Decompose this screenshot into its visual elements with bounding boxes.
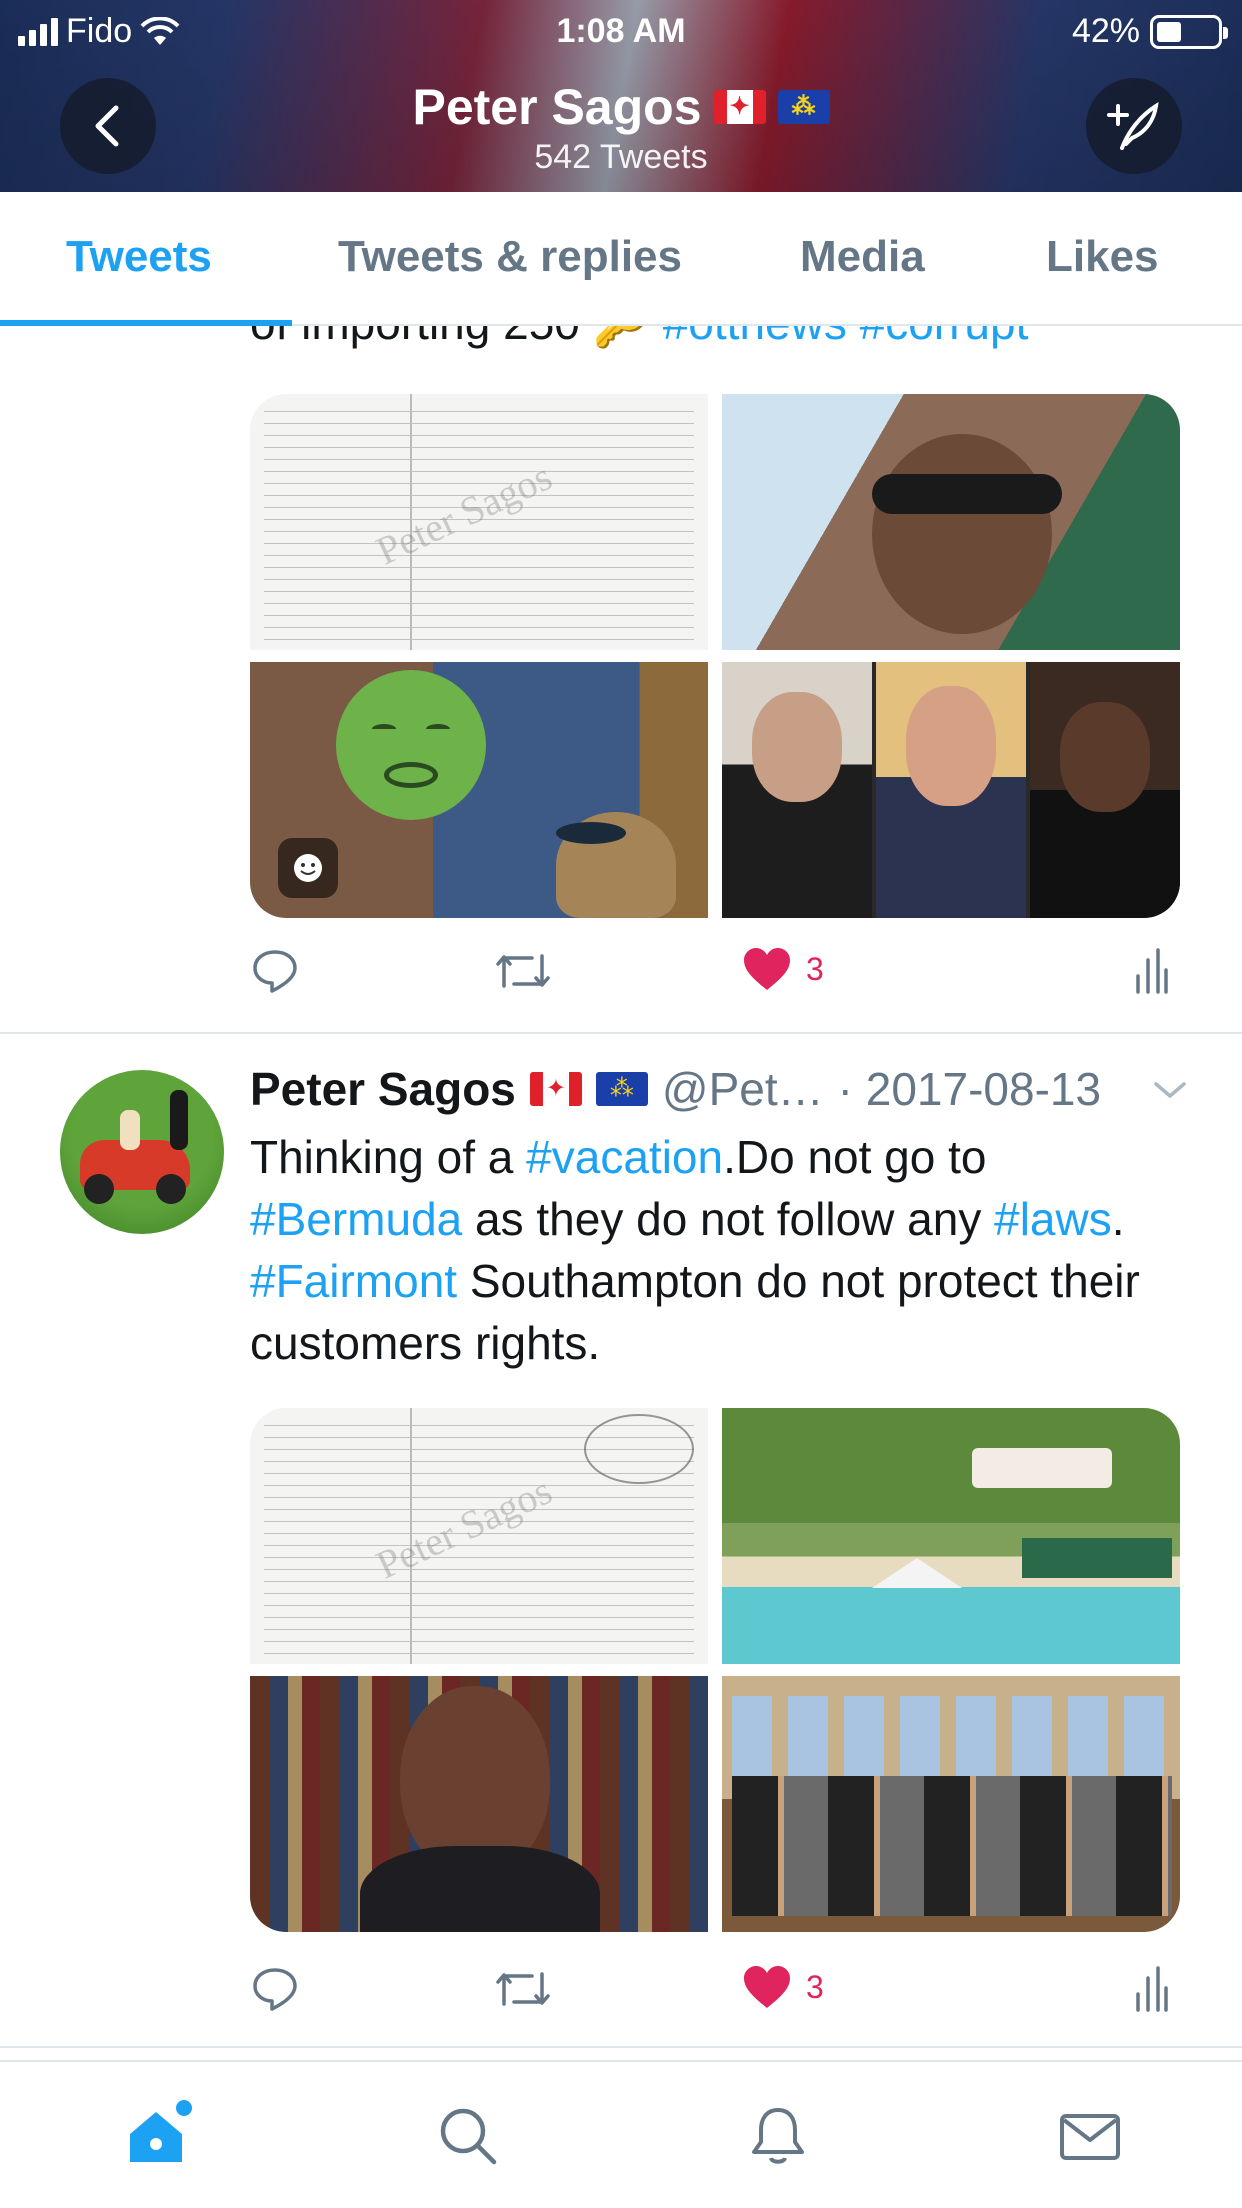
profile-screen: Fido 1:08 AM 42% Peter Sagos ✦ ⁂ 542 Twe… (0, 0, 1242, 2208)
reply-icon (253, 1968, 297, 2011)
tweet1-image-couple[interactable] (250, 662, 708, 918)
tweet-count: 542 Tweets (534, 138, 708, 176)
tweet2-actions: 3 (250, 1964, 1180, 2024)
retweet-icon (496, 954, 550, 988)
tweet2-text-part: as they do not follow any (462, 1193, 995, 1245)
profile-name-row: Peter Sagos (412, 78, 830, 136)
mask-emoji-icon (556, 822, 626, 844)
eu-flag-icon (595, 1072, 648, 1106)
hashtag-laws[interactable]: #laws (994, 1193, 1112, 1245)
tweet2-handle[interactable]: @Pet… (662, 1062, 824, 1116)
search-tab[interactable] (436, 2104, 500, 2168)
tweet2-text: Thinking of a #vacation.Do not go to #Be… (250, 1126, 1190, 1374)
compose-tweet-button[interactable] (1086, 78, 1182, 174)
reply-icon (253, 950, 297, 993)
search-icon (440, 2108, 497, 2165)
tab-media[interactable]: Media (800, 232, 925, 282)
hashtag-vacation[interactable]: #vacation (526, 1131, 723, 1183)
tweet-divider (0, 1032, 1242, 1034)
notifications-tab[interactable] (746, 2104, 810, 2168)
heart-icon (744, 948, 790, 990)
tweet2-like-count: 3 (806, 1968, 824, 2005)
tweet2-text-part: . (1111, 1193, 1125, 1245)
sick-face-emoji-icon (336, 670, 486, 820)
chevron-down-icon (1154, 1082, 1186, 1099)
tweet2-image-woman-library[interactable] (250, 1676, 708, 1932)
battery-icon (1150, 14, 1228, 49)
tweet2-menu-button[interactable] (1152, 1078, 1188, 1107)
tweet2-media-grid: Peter Sagos (250, 1408, 1180, 1932)
active-tab-indicator (0, 320, 292, 326)
tab-likes[interactable]: Likes (1046, 232, 1159, 282)
tweet2-date[interactable]: · 2017-08-13 (838, 1062, 1101, 1116)
bottom-tab-bar (0, 2060, 1242, 2208)
status-bar: Fido 1:08 AM 42% (0, 12, 1242, 52)
mail-icon (1060, 2114, 1120, 2160)
tweet1-image-man-sunglasses[interactable] (722, 394, 1180, 650)
tweet1-image-three-portraits[interactable] (722, 662, 1180, 918)
compose-tweet-icon (1107, 102, 1159, 150)
tweet1-like-count: 3 (806, 950, 824, 987)
tweet1-like-button[interactable]: 3 (742, 946, 824, 992)
tweet2-text-part: .Do not go to (723, 1131, 987, 1183)
tweet2-text-part: Thinking of a (250, 1131, 527, 1183)
tweet1-retweet-button[interactable] (494, 946, 552, 996)
tab-tweets-replies[interactable]: Tweets & replies (338, 232, 682, 282)
messages-tab[interactable] (1058, 2104, 1122, 2168)
tweet1-image-transcript[interactable]: Peter Sagos (250, 394, 708, 650)
heart-icon (744, 1966, 790, 2008)
profile-name: Peter Sagos (412, 79, 702, 135)
tweet2-author-name[interactable]: Peter Sagos (250, 1062, 516, 1116)
tweet2-image-resort[interactable] (722, 1408, 1180, 1664)
tweet1-media-grid: Peter Sagos (250, 394, 1180, 918)
bell-icon (752, 2108, 804, 2164)
battery-group: 42% (1071, 12, 1228, 51)
analytics-icon (1136, 1966, 1168, 2012)
tweet1-analytics-button[interactable] (1134, 946, 1170, 996)
home-notification-dot (176, 2100, 192, 2116)
hashtag-fairmont[interactable]: #Fairmont (250, 1255, 457, 1307)
sticker-badge-icon[interactable] (278, 838, 338, 898)
tweet2-like-button[interactable]: 3 (742, 1964, 824, 2010)
clock: 1:08 AM (556, 12, 686, 50)
tweet2-reply-button[interactable] (250, 1964, 300, 2014)
battery-level (1157, 21, 1182, 42)
tweet2-avatar[interactable] (60, 1070, 224, 1234)
profile-header: Fido 1:08 AM 42% Peter Sagos ✦ ⁂ 542 Twe… (0, 0, 1242, 192)
tweet1-actions: 3 (250, 946, 1180, 1006)
battery-percent: 42% (1071, 12, 1140, 50)
canada-flag-icon (529, 1072, 582, 1106)
tweet-divider (0, 2046, 1242, 2048)
tweet2-retweet-button[interactable] (494, 1964, 552, 2014)
profile-tabs: Tweets Tweets & replies Media Likes (0, 192, 1242, 326)
eu-flag-icon (777, 90, 830, 124)
tweet2-image-transcript[interactable]: Peter Sagos (250, 1408, 708, 1664)
profile-title: Peter Sagos 542 Tweets (0, 78, 1242, 177)
tweet2-image-police-group[interactable] (722, 1676, 1180, 1932)
tweet2-header: Peter Sagos @Pet… · 2017-08-13 (250, 1062, 1101, 1116)
analytics-icon (1136, 948, 1168, 994)
tweet2-analytics-button[interactable] (1134, 1964, 1170, 2014)
tweet1-reply-button[interactable] (250, 946, 300, 996)
hashtag-bermuda[interactable]: #Bermuda (250, 1193, 462, 1245)
home-tab[interactable] (124, 2100, 192, 2168)
canada-flag-icon (713, 90, 766, 124)
tab-tweets[interactable]: Tweets (66, 232, 212, 282)
retweet-icon (496, 1972, 550, 2006)
